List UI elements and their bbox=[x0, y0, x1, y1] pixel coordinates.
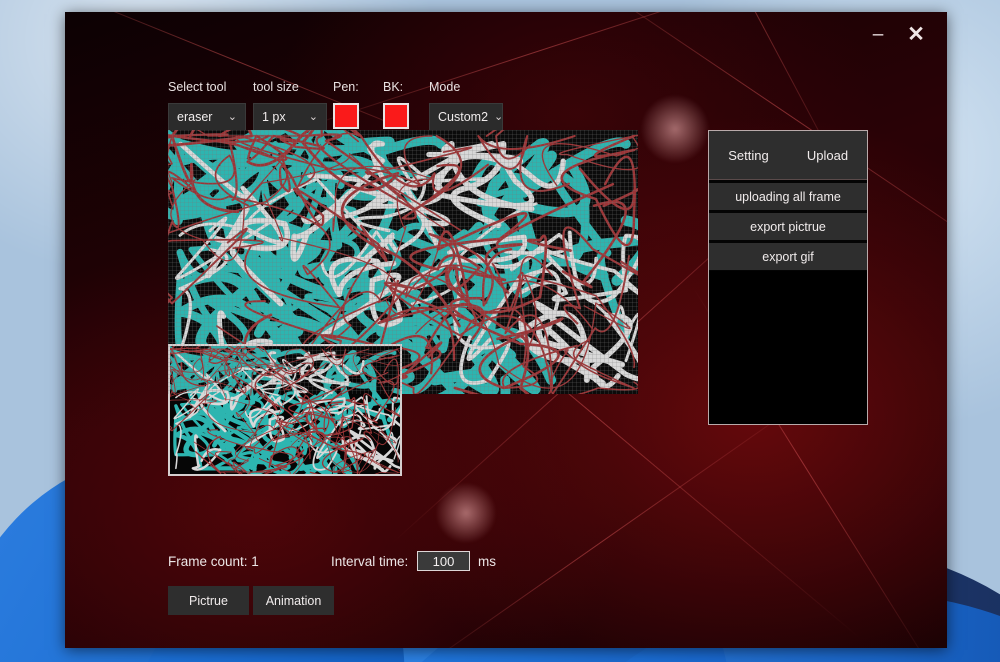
close-button[interactable]: ✕ bbox=[903, 22, 929, 48]
desktop: – ✕ Select tool eraser ⌄ tool size 1 px … bbox=[0, 0, 1000, 662]
title-bar: – ✕ bbox=[65, 12, 947, 56]
background-color-swatch[interactable] bbox=[383, 103, 409, 129]
lens-flare bbox=[640, 94, 710, 164]
chevron-down-icon: ⌄ bbox=[494, 110, 504, 123]
mode-dropdown[interactable]: Custom2 ⌄ bbox=[429, 103, 503, 131]
select-tool-value: eraser bbox=[177, 110, 213, 124]
tool-size-dropdown[interactable]: 1 px ⌄ bbox=[253, 103, 327, 131]
bottom-controls: Frame count: 1 Interval time: ms Pictrue… bbox=[168, 550, 588, 630]
minimize-button[interactable]: – bbox=[865, 22, 891, 48]
mode-value: Custom2 bbox=[438, 110, 489, 124]
tab-upload[interactable]: Upload bbox=[788, 131, 867, 179]
panel-tab-bar: Setting Upload bbox=[709, 131, 867, 180]
select-tool-label: Select tool bbox=[168, 80, 227, 94]
pen-color-group: Pen: bbox=[333, 80, 359, 129]
frame-thumbnail-artwork bbox=[170, 346, 400, 474]
export-picture-button[interactable]: export pictrue bbox=[709, 213, 867, 240]
chevron-down-icon: ⌄ bbox=[308, 110, 318, 123]
frame-thumbnail[interactable] bbox=[168, 344, 402, 476]
pen-color-label: Pen: bbox=[333, 80, 359, 94]
background-color-group: BK: bbox=[383, 80, 409, 129]
uploading-all-frame-button[interactable]: uploading all frame bbox=[709, 183, 867, 210]
background-color-label: BK: bbox=[383, 80, 404, 94]
select-tool-dropdown[interactable]: eraser ⌄ bbox=[168, 103, 246, 131]
interval-time-unit: ms bbox=[478, 554, 496, 569]
mode-label: Mode bbox=[429, 80, 461, 94]
panel-content-area bbox=[709, 271, 867, 424]
pen-color-swatch[interactable] bbox=[333, 103, 359, 129]
tool-size-label: tool size bbox=[253, 80, 299, 94]
pixel-drawing-app-window: – ✕ Select tool eraser ⌄ tool size 1 px … bbox=[65, 12, 947, 648]
frame-count-label: Frame count: 1 bbox=[168, 554, 259, 569]
frame-count-value: 1 bbox=[251, 554, 259, 569]
side-panel: Setting Upload uploading all frame expor… bbox=[708, 130, 868, 425]
mode-group: Mode Custom2 ⌄ bbox=[429, 80, 503, 131]
lens-flare bbox=[435, 482, 497, 544]
chevron-down-icon: ⌄ bbox=[227, 110, 237, 123]
frame-count-text: Frame count: bbox=[168, 554, 248, 569]
interval-time-input[interactable] bbox=[417, 551, 470, 571]
animation-mode-button[interactable]: Animation bbox=[253, 586, 334, 615]
export-gif-button[interactable]: export gif bbox=[709, 243, 867, 270]
tool-size-value: 1 px bbox=[262, 110, 286, 124]
picture-mode-button[interactable]: Pictrue bbox=[168, 586, 249, 615]
select-tool-group: Select tool eraser ⌄ bbox=[168, 80, 246, 131]
interval-time-label: Interval time: bbox=[331, 554, 409, 569]
tab-setting[interactable]: Setting bbox=[709, 131, 788, 179]
tool-size-group: tool size 1 px ⌄ bbox=[253, 80, 327, 131]
